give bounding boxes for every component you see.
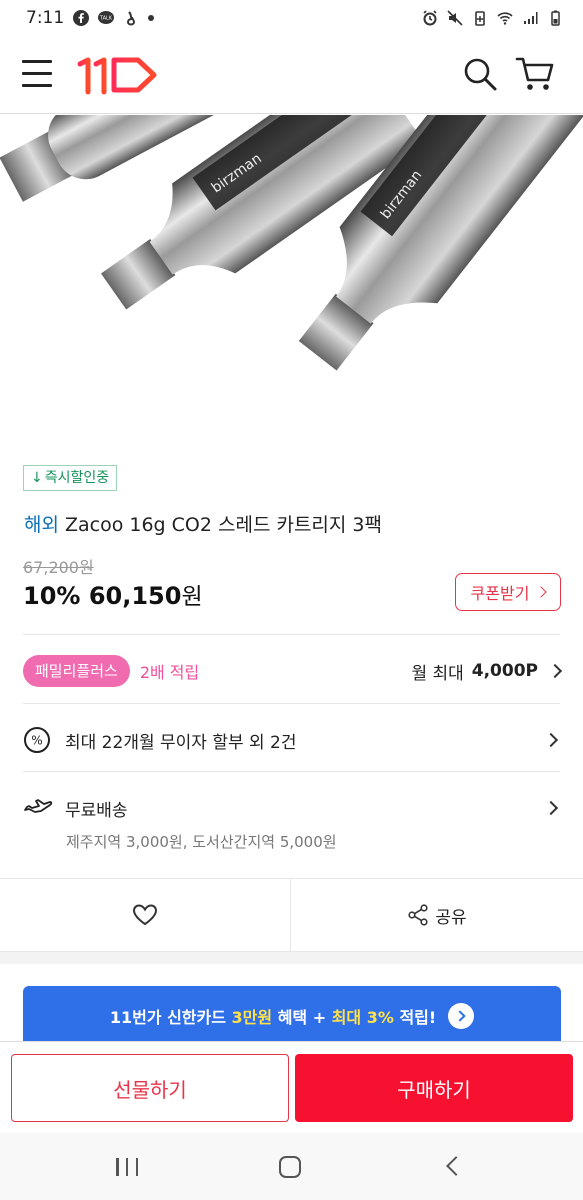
notification-icon [127, 11, 136, 26]
percent-circle-icon: % [24, 727, 50, 753]
divider [23, 634, 560, 635]
system-nav-bar [0, 1133, 583, 1200]
original-price: 67,200원 [23, 558, 94, 577]
alarm-icon [423, 10, 437, 26]
badge-label: 즉시할인중 [44, 470, 110, 486]
family-plus-row[interactable]: 패밀리플러스 2배 적립 월 최대 4,000P [23, 652, 563, 690]
monthly-max-value: 4,000P [471, 661, 538, 681]
shipping-title: 무료배송 [65, 800, 128, 821]
divider [23, 703, 560, 704]
monthly-max-points: 월 최대 4,000P [411, 659, 563, 684]
arrow-right-circle-icon [448, 1003, 475, 1029]
promo-amount: 3만원 [231, 1008, 273, 1027]
battery-icon [551, 10, 560, 26]
shipping-detail: 제주지역 3,000원, 도서산간지역 5,000원 [66, 833, 337, 851]
share-label: 공유 [435, 907, 467, 928]
cart-icon[interactable] [515, 54, 555, 92]
sale-price: 10% 60,150원 [23, 577, 203, 611]
product-name: Zacoo 16g CO2 스레드 카트리지 3팩 [64, 514, 382, 536]
section-gap [0, 952, 583, 964]
dot-icon [148, 15, 155, 21]
svg-text:%: % [31, 734, 42, 748]
product-image[interactable]: birzman birzman [0, 115, 583, 445]
battery-saver-icon [475, 11, 485, 26]
promo-middle: 혜택 + [272, 1008, 332, 1027]
promo-prefix: 11번가 신한카드 [109, 1008, 232, 1027]
chevron-right-icon [547, 663, 563, 679]
menu-icon[interactable] [22, 60, 52, 88]
recent-apps-icon[interactable] [116, 1158, 138, 1176]
installment-text: 최대 22개월 무이자 할부 외 2건 [65, 732, 297, 753]
chevron-right-icon [535, 586, 548, 598]
11st-logo[interactable] [76, 54, 158, 96]
chevron-right-icon [543, 800, 559, 816]
shipping-row[interactable]: 무료배송 [23, 792, 560, 824]
buy-button[interactable]: 구매하기 [295, 1054, 573, 1122]
shinhan-card-promo-banner[interactable]: 11번가 신한카드 3만원 혜택 + 최대 3% 적립! [23, 986, 561, 1046]
home-icon[interactable] [279, 1156, 301, 1178]
chevron-right-icon [543, 732, 559, 748]
wifi-icon [497, 12, 513, 25]
product-title: 해외 Zacoo 16g CO2 스레드 카트리지 3팩 [24, 510, 382, 537]
monthly-max-label: 월 최대 [411, 663, 464, 684]
coupon-label: 쿠폰받기 [470, 584, 530, 603]
divider [23, 771, 560, 772]
search-icon[interactable] [462, 56, 498, 92]
talk-icon: TALK [98, 11, 115, 24]
arrow-down-icon: ↓ [31, 470, 43, 486]
coupon-button[interactable]: 쿠폰받기 [455, 573, 561, 611]
mute-icon [447, 10, 463, 26]
facebook-icon [73, 10, 90, 26]
back-icon[interactable] [446, 1156, 466, 1176]
currency: 원 [181, 584, 203, 610]
share-button[interactable]: 공유 [291, 879, 583, 951]
svg-text:TALK: TALK [99, 16, 113, 22]
share-icon [408, 904, 428, 926]
discount-rate: 10% [23, 582, 81, 610]
heart-icon [132, 904, 158, 926]
status-time: 7:11 [26, 8, 65, 28]
gift-button[interactable]: 선물하기 [11, 1054, 289, 1122]
co2-cartridges-image: birzman birzman [0, 115, 583, 371]
double-points-label: 2배 적립 [139, 663, 200, 682]
purchase-bar: 선물하기 구매하기 [0, 1041, 583, 1133]
action-bar: 공유 [0, 878, 583, 952]
installment-row[interactable]: % 최대 22개월 무이자 할부 외 2건 [23, 722, 560, 758]
promo-max: 최대 3% [331, 1008, 394, 1027]
airplane-icon [24, 799, 53, 813]
promo-suffix: 적립! [393, 1008, 437, 1027]
signal-icon [524, 12, 538, 24]
family-plus-badge: 패밀리플러스 [23, 655, 130, 687]
app-header [0, 36, 583, 114]
overseas-tag: 해외 [24, 514, 59, 536]
status-bar: 7:11 TALK [0, 0, 583, 36]
sale-price-value: 60,150 [88, 582, 182, 610]
instant-discount-badge: ↓ 즉시할인중 [23, 465, 118, 491]
wishlist-button[interactable] [0, 879, 291, 951]
